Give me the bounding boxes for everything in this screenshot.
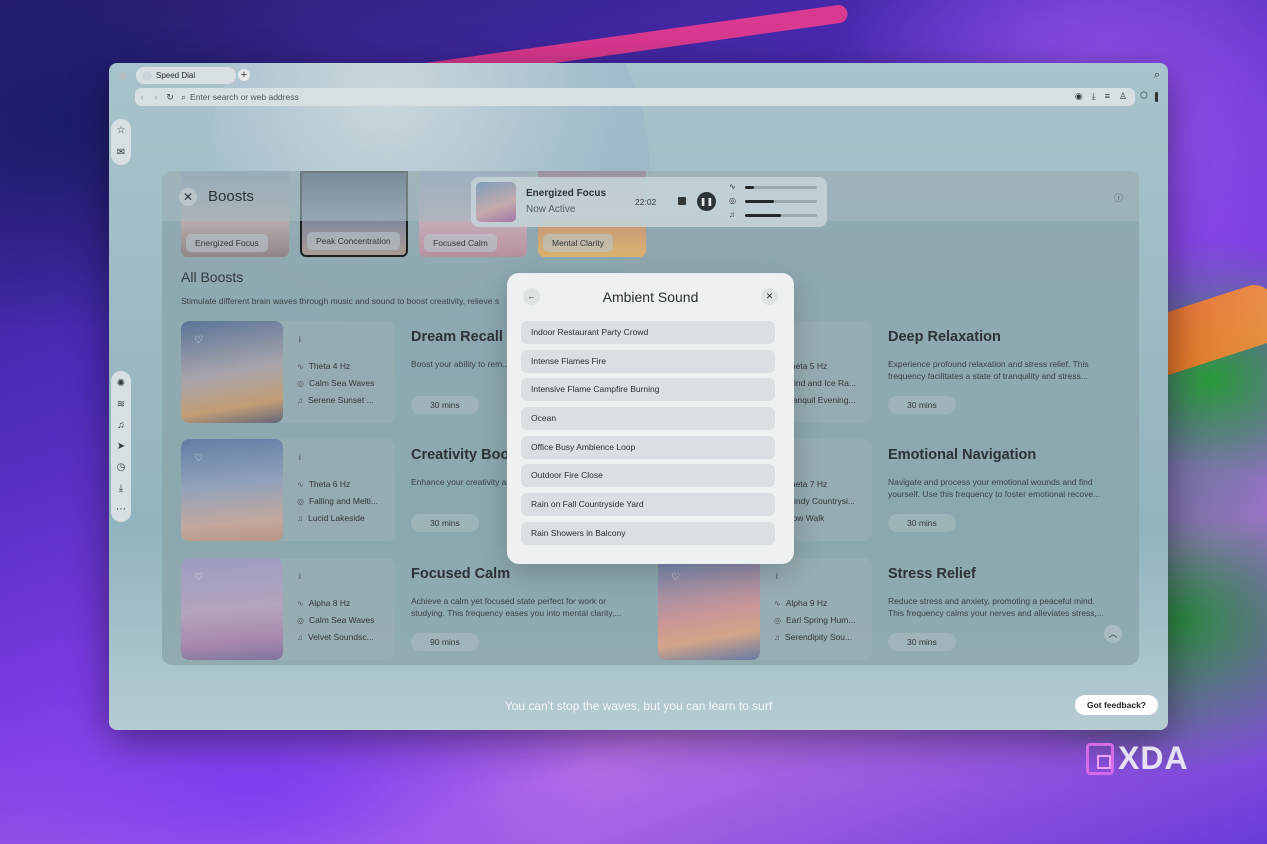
ambient-sound-list: Indoor Restaurant Party Crowd Intense Fl…	[521, 321, 775, 551]
footer-quote: You can't stop the waves, but you can le…	[504, 699, 773, 713]
dialog-title: Ambient Sound	[602, 289, 699, 305]
ambient-sound-dialog: ← Ambient Sound ✕ Indoor Restaurant Part…	[507, 273, 794, 564]
ambient-sound-option[interactable]: Outdoor Fire Close	[521, 464, 775, 488]
ambient-sound-option[interactable]: Indoor Restaurant Party Crowd	[521, 321, 775, 344]
browser-window: Speed Dial + ⌕ ‹ › ↻ ⌕ Enter search or w…	[109, 63, 1168, 730]
xda-logo-icon	[1086, 742, 1114, 775]
ambient-sound-option[interactable]: Ocean	[521, 407, 775, 431]
xda-wordmark: XDA	[1118, 740, 1189, 776]
xda-watermark: XDA	[1086, 740, 1189, 777]
ambient-sound-option[interactable]: Rain on Fall Countryside Yard	[521, 493, 775, 517]
ambient-sound-option[interactable]: Intensive Flame Campfire Burning	[521, 378, 775, 402]
ambient-sound-option[interactable]: Office Busy Ambience Loop	[521, 435, 775, 459]
ambient-sound-option[interactable]: Rain Showers in Balcony	[521, 521, 775, 545]
close-dialog-button[interactable]: ✕	[761, 288, 778, 305]
ambient-sound-option[interactable]: Intense Flames Fire	[521, 349, 775, 373]
feedback-button[interactable]: Got feedback?	[1074, 695, 1158, 715]
